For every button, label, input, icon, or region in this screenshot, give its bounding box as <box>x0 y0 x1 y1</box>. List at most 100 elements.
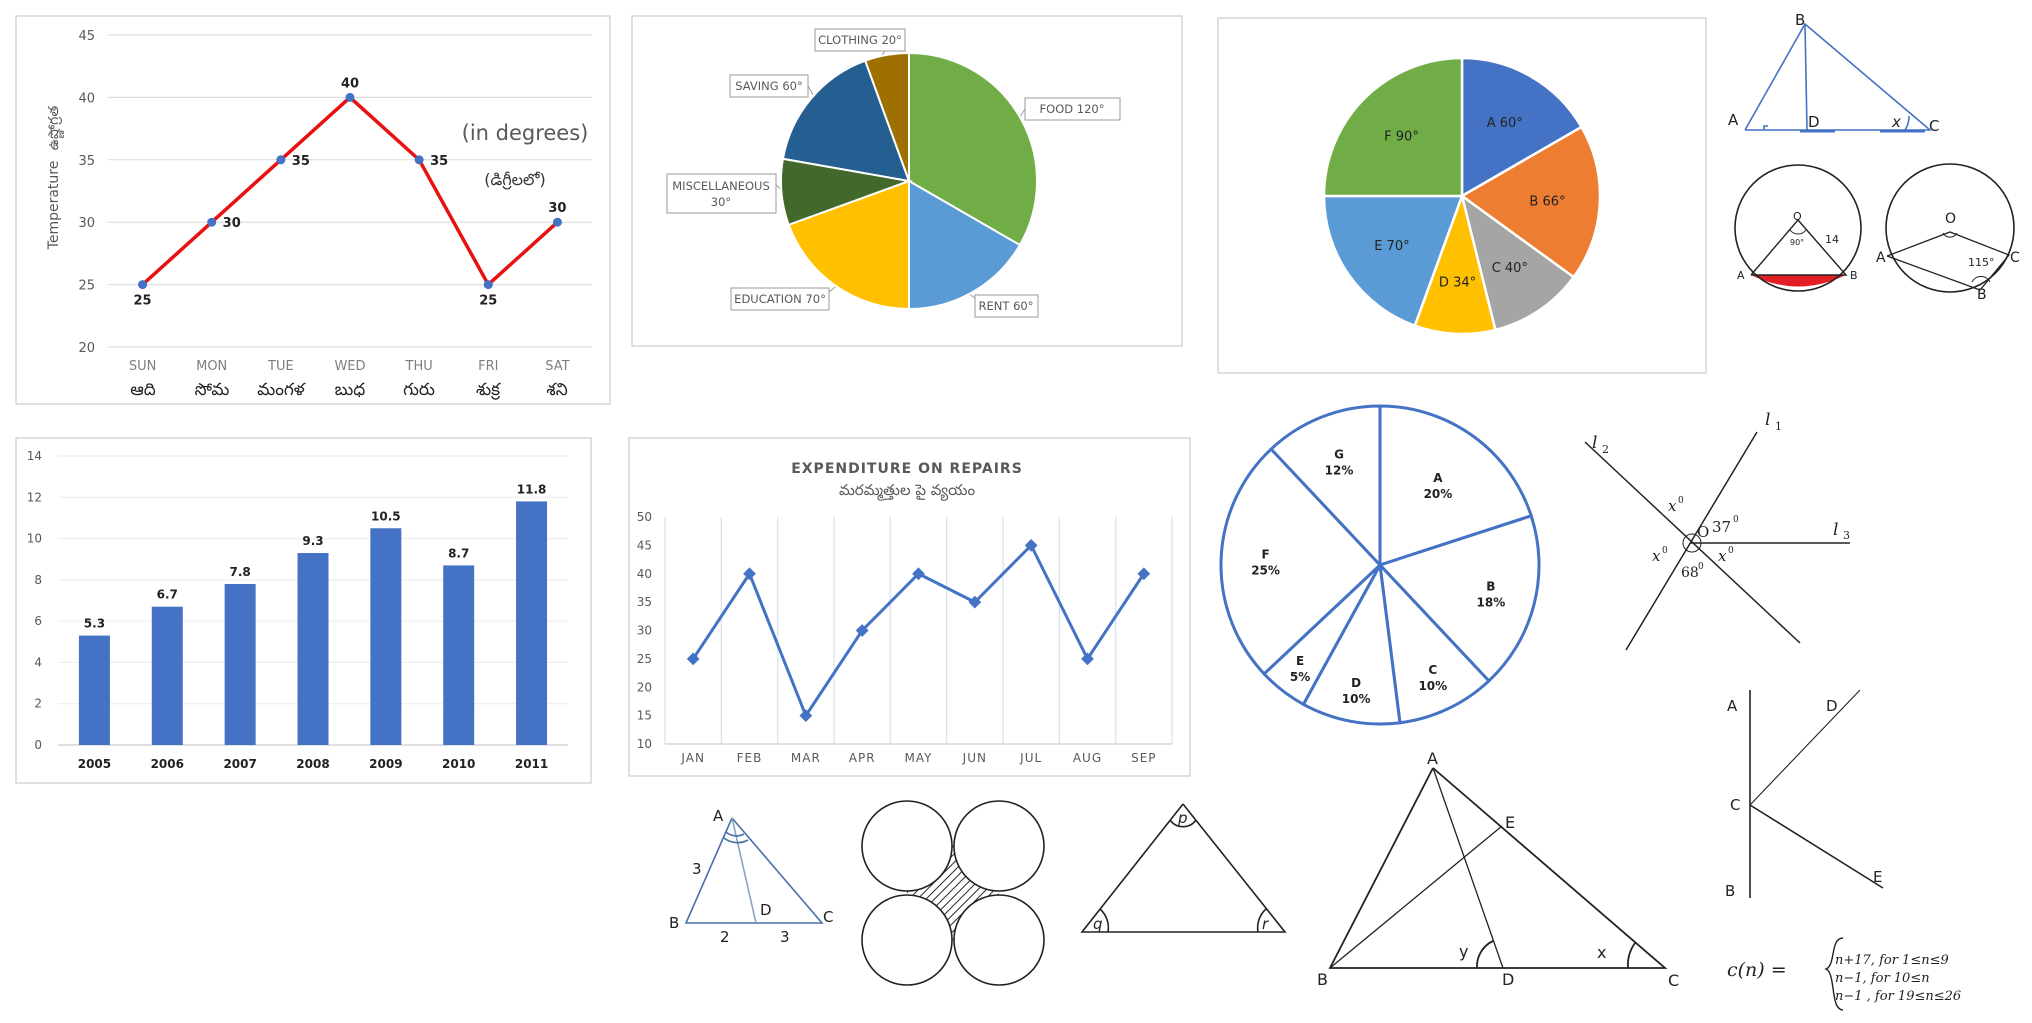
bar <box>370 528 402 745</box>
slice-label: E 70° <box>1374 239 1409 254</box>
y-tick-label: 45 <box>78 29 95 44</box>
intersecting-lines-figure: l 1 l 2 l 3 O 37 0 x 0 x 0 x 0 68 0 <box>1584 410 1850 651</box>
vertex-label: C <box>1929 117 1939 135</box>
x-tick-label: MAY <box>905 751 933 765</box>
slice-label: F 90° <box>1384 129 1419 144</box>
bar <box>224 583 256 745</box>
education-callout-label: EDUCATION 70° <box>734 292 826 306</box>
altitude-bd <box>1804 23 1808 131</box>
repairs-chart-title: EXPENDITURE ON REPAIRS <box>791 461 1023 477</box>
y-tick-label: 6 <box>34 614 42 628</box>
line-subscript: 3 <box>1843 529 1850 542</box>
x-tick-label: MAR <box>791 751 821 765</box>
yearly-bar-chart: 0 2 4 6 8 10 12 14 5.3 2005 6.7 2006 7.8 2007 9.3 2008 1… <box>15 437 592 784</box>
x-tick-label: 2007 <box>223 757 256 771</box>
vertex-label: D <box>1808 113 1820 131</box>
angle-label: x <box>1652 547 1661 565</box>
point-label: C <box>2010 250 2020 266</box>
angle-label: x <box>1718 547 1727 565</box>
x-tick-label: AUG <box>1073 751 1102 765</box>
circle <box>953 894 1045 986</box>
point-label: B <box>1850 269 1858 282</box>
angle-bisector-triangle-figure: A 3 D B 2 3 C <box>669 807 833 946</box>
data-label: 35 <box>292 154 310 169</box>
x-tick-label: JUN <box>962 751 987 765</box>
x-tick-label: 2009 <box>369 757 402 771</box>
degree-sign: 0 <box>1728 546 1734 556</box>
x-tick-label: FEB <box>737 751 763 765</box>
sector-name: G <box>1334 448 1344 462</box>
sector-name: C <box>1428 663 1437 677</box>
y-tick-label: 40 <box>637 567 652 581</box>
y-tick-label: 15 <box>637 709 652 723</box>
y-tick-label: 12 <box>27 490 42 504</box>
y-tick-label: 14 <box>27 449 42 463</box>
x-tick-label: MON <box>196 359 227 374</box>
point-label: E <box>1505 813 1515 832</box>
telugu-day-label: మంగళ <box>257 380 306 400</box>
side-label: 3 <box>780 928 790 946</box>
angles-at-c-figure: A D C B E <box>1725 689 1884 900</box>
triangle-pqr-figure: p q r <box>1080 803 1287 933</box>
point-label: O <box>1697 523 1709 541</box>
y-tick-label: 20 <box>637 680 652 694</box>
angle-label: q <box>1093 915 1103 933</box>
formula-case: n−1, for 10≤n <box>1835 971 1930 986</box>
telugu-day-label: ఆది <box>130 380 156 400</box>
line-label: l <box>1833 520 1838 540</box>
degree-sign: 0 <box>1698 562 1704 572</box>
point-label: D <box>1826 697 1838 715</box>
line-label: l <box>1592 433 1597 453</box>
worksheet-canvas: Temperature ఉష్ణోగ్రత (in degrees) (డిగ్… <box>0 0 2032 1023</box>
formula-case: n+17, for 1≤n≤9 <box>1835 953 1949 968</box>
sector-percent: 18% <box>1477 595 1506 609</box>
data-point <box>138 280 148 290</box>
center-label: O <box>1945 211 1956 227</box>
large-triangle-figure: A E B D C y x <box>1317 749 1679 990</box>
triangle-abdc-figure <box>1744 22 1933 133</box>
sector-triangle <box>1750 218 1848 276</box>
telugu-day-label: శుక్ర <box>476 380 501 400</box>
sector-percent: 25% <box>1251 563 1280 577</box>
sector-name: F <box>1261 547 1269 561</box>
point-label: C <box>1730 796 1740 814</box>
circle-inscribed-angle-figure: O A C B 115° <box>1876 163 2020 303</box>
vertex-label: A <box>1728 111 1739 129</box>
vertex-label: B <box>1795 11 1805 29</box>
x-tick-label: TUE <box>267 359 294 374</box>
y-tick-label: 10 <box>637 737 652 751</box>
data-label: 25 <box>479 294 497 309</box>
ray-ce <box>1749 804 1884 889</box>
degree-sign: 0 <box>1733 515 1739 525</box>
triangle-abdc-labels: B A D x C <box>1728 11 1939 135</box>
miscellaneous-callout-label: MISCELLANEOUS <box>672 179 770 193</box>
vertex-label: D <box>760 901 772 919</box>
x-tick-label: 2010 <box>442 757 475 771</box>
data-label: 9.3 <box>302 534 323 548</box>
angle-label: x <box>1891 113 1901 131</box>
temperature-y-axis-title: Temperature <box>46 161 62 251</box>
radius-label: 14 <box>1825 233 1839 246</box>
y-tick-label: 2 <box>34 697 42 711</box>
temperature-chart-frame <box>15 15 611 405</box>
point-label: E <box>1873 868 1882 886</box>
side-label: 3 <box>692 860 702 878</box>
slice-label: A 60° <box>1487 116 1523 131</box>
piecewise-formula: c(n) = n+17, for 1≤n≤9 n−1, for 10≤n n−1… <box>1727 937 1961 1011</box>
line-label: l <box>1765 410 1770 430</box>
telugu-day-label: బుధ <box>335 380 366 400</box>
circle <box>861 800 953 892</box>
point-label: A <box>1727 697 1738 715</box>
y-tick-label: 8 <box>34 573 42 587</box>
line-subscript: 2 <box>1602 443 1609 456</box>
vertex-label: B <box>1317 970 1328 989</box>
data-label: 7.8 <box>230 565 251 579</box>
data-point <box>483 280 493 290</box>
x-tick-label: JUL <box>1019 751 1042 765</box>
rent-callout-label: RENT 60° <box>979 299 1034 313</box>
angle-c-arc <box>1904 115 1910 131</box>
data-label: 5.3 <box>84 617 105 631</box>
bar <box>78 635 110 745</box>
vertex-label: A <box>713 807 724 825</box>
sector-percent: 10% <box>1342 692 1371 706</box>
